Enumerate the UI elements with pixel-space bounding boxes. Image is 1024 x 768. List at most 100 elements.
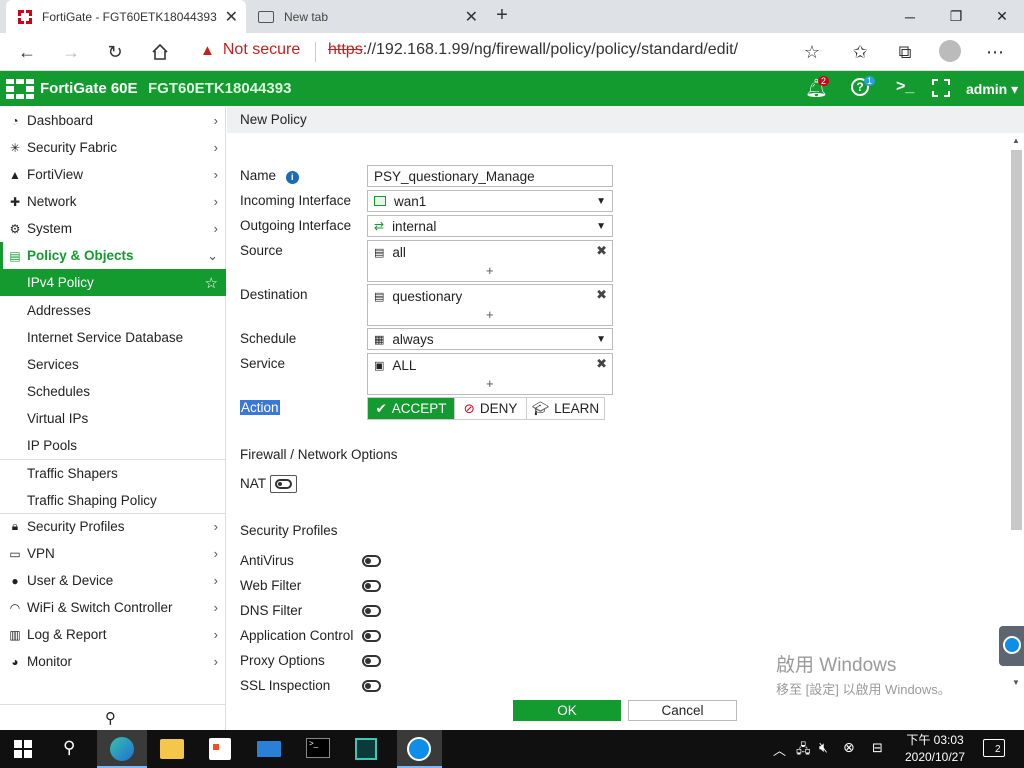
url-field[interactable]: https://192.168.1.99/ng/firewall/policy/… — [328, 41, 738, 59]
sidebar-item-fortiview[interactable]: ▲ FortiView › — [0, 161, 226, 188]
source-field[interactable]: ▤ all ✖ + — [367, 240, 613, 282]
favorite-star-icon[interactable]: ☆ — [797, 37, 827, 67]
volume-muted-icon[interactable]: 🔇︎ — [819, 739, 828, 756]
sidebar-item-addresses[interactable]: Addresses — [0, 297, 226, 324]
admin-menu[interactable]: admin ▾ — [966, 81, 1018, 98]
graduation-cap-icon: 🎓︎ — [531, 400, 550, 416]
remove-icon[interactable]: ✖ — [596, 287, 607, 303]
sidebar-item-user-device[interactable]: ● User & Device › — [0, 567, 226, 594]
info-icon[interactable]: i — [285, 171, 299, 184]
schedule-select[interactable]: ▦ always ▼ — [367, 328, 613, 350]
refresh-button[interactable]: ↻ — [100, 37, 130, 67]
sidebar-item-ipv4-policy[interactable]: IPv4 Policy ☆ — [0, 269, 226, 296]
outgoing-interface-select[interactable]: ⇄ internal ▼ — [367, 215, 613, 237]
tray-chevron-icon[interactable]: ︿ — [773, 740, 786, 759]
sidebar-item-vpn[interactable]: ▭ VPN › — [0, 540, 226, 567]
ime-tray-icon[interactable]: ⊟ — [872, 740, 883, 756]
remove-icon[interactable]: ✖ — [596, 243, 607, 259]
application-control-toggle[interactable] — [362, 630, 381, 642]
profile-avatar[interactable] — [939, 40, 961, 62]
home-button[interactable] — [145, 37, 175, 67]
maximize-button[interactable]: ❐ — [933, 0, 979, 33]
destination-field[interactable]: ▤ questionary ✖ + — [367, 284, 613, 326]
favorites-icon[interactable]: ✩ — [845, 37, 875, 67]
address-bar: ← → ↻ ▲ Not secure https://192.168.1.99/… — [0, 33, 1024, 71]
putty-app[interactable] — [355, 738, 377, 760]
sidebar-item-ip-pools[interactable]: IP Pools — [0, 432, 226, 459]
collections-icon[interactable]: ⧉ — [890, 37, 920, 67]
sidebar-item-system[interactable]: ⚙ System › — [0, 215, 226, 242]
learn-button[interactable]: 🎓︎ LEARN — [526, 398, 604, 419]
file-explorer-app[interactable] — [160, 739, 184, 759]
network-tray-icon[interactable]: 🖧︎ — [796, 740, 811, 762]
sidebar-item-services[interactable]: Services — [0, 351, 226, 378]
name-input[interactable]: PSY_questionary_Manage — [367, 165, 613, 187]
store-app[interactable] — [209, 738, 231, 760]
sidebar-item-label: Monitor — [27, 654, 73, 669]
main-content: New Policy Name i PSY_questionary_Manage… — [227, 106, 1024, 730]
teamviewer-app[interactable] — [397, 730, 442, 768]
notification-center-button[interactable]: 2 — [983, 739, 1005, 757]
remove-icon[interactable]: ✖ — [596, 356, 607, 372]
sidebar-item-isdb[interactable]: Internet Service Database — [0, 324, 226, 351]
incoming-interface-select[interactable]: wan1 ▼ — [367, 190, 613, 212]
alerts-button[interactable]: 🔔︎ 2 — [805, 76, 835, 100]
scroll-down-icon[interactable]: ▼ — [1012, 678, 1020, 687]
close-circle-tray-icon[interactable]: ⊗ — [843, 739, 855, 756]
antivirus-toggle[interactable] — [362, 555, 381, 567]
dns-filter-toggle[interactable] — [362, 605, 381, 617]
scrollbar[interactable]: ▲ ▼ — [1009, 136, 1024, 696]
close-window-button[interactable]: ✕ — [979, 0, 1024, 33]
destination-label: Destination — [240, 287, 308, 302]
accept-button[interactable]: ✔ ACCEPT — [368, 398, 454, 419]
sidebar-item-dashboard[interactable]: ◔ Dashboard › — [0, 107, 226, 134]
terminal-app[interactable]: >_ — [306, 738, 330, 758]
sidebar-item-policy-objects[interactable]: ▤ Policy & Objects ⌄ — [0, 242, 226, 269]
sidebar-item-log-report[interactable]: ▥ Log & Report › — [0, 621, 226, 648]
help-button[interactable]: ? 1 — [851, 76, 883, 100]
close-tab-icon[interactable]: ✕ — [225, 7, 238, 27]
security-indicator[interactable]: ▲ Not secure — [200, 41, 300, 59]
proxy-options-toggle[interactable] — [362, 655, 381, 667]
sidebar-item-monitor[interactable]: ◕ Monitor › — [0, 648, 226, 675]
sidebar-item-schedules[interactable]: Schedules — [0, 378, 226, 405]
sidebar-item-wifi-switch[interactable]: ◠ WiFi & Switch Controller › — [0, 594, 226, 621]
scrollbar-thumb[interactable] — [1011, 150, 1022, 530]
clock[interactable]: 下午 03:03 2020/10/27 — [897, 732, 973, 766]
ok-button[interactable]: OK — [513, 700, 621, 721]
add-icon[interactable]: + — [486, 263, 494, 278]
edge-app[interactable] — [97, 730, 147, 768]
teamviewer-side-tab[interactable] — [999, 626, 1024, 666]
sidebar-item-security-fabric[interactable]: ✳ Security Fabric › — [0, 134, 226, 161]
scroll-up-icon[interactable]: ▲ — [1012, 136, 1020, 145]
web-filter-toggle[interactable] — [362, 580, 381, 592]
cli-console-icon[interactable]: >_ — [896, 78, 914, 96]
ssl-inspection-toggle[interactable] — [362, 680, 381, 692]
close-tab-icon[interactable]: ✕ — [465, 7, 478, 27]
search-icon[interactable]: ⚲ — [105, 709, 116, 727]
minimize-button[interactable]: ─ — [887, 0, 933, 33]
sidebar-item-traffic-shaping-policy[interactable]: Traffic Shaping Policy — [0, 487, 226, 514]
tab-fortigate[interactable]: FortiGate - FGT60ETK18044393 ✕ — [6, 0, 246, 33]
start-button[interactable] — [14, 740, 32, 758]
new-tab-button[interactable]: + — [490, 4, 514, 28]
mail-app[interactable] — [257, 741, 281, 757]
favorite-star-icon[interactable]: ☆ — [205, 274, 218, 292]
sidebar-item-network[interactable]: ✚ Network › — [0, 188, 226, 215]
sidebar-item-virtual-ips[interactable]: Virtual IPs — [0, 405, 226, 432]
deny-button[interactable]: ⊘ DENY — [454, 398, 526, 419]
sidebar-item-traffic-shapers[interactable]: Traffic Shapers — [0, 460, 226, 487]
back-button[interactable]: ← — [12, 37, 42, 67]
nat-toggle[interactable] — [270, 475, 297, 493]
forward-button[interactable]: → — [56, 37, 86, 67]
search-icon[interactable]: ⚲ — [63, 738, 75, 758]
add-icon[interactable]: + — [486, 376, 494, 391]
fabric-icon: ✳ — [9, 140, 21, 155]
add-icon[interactable]: + — [486, 307, 494, 322]
more-menu-icon[interactable]: ⋯ — [980, 37, 1010, 67]
cancel-button[interactable]: Cancel — [628, 700, 737, 721]
service-field[interactable]: ▣ ALL ✖ + — [367, 353, 613, 395]
sidebar-item-security-profiles[interactable]: 🔒︎ Security Profiles › — [0, 513, 226, 540]
fullscreen-icon[interactable] — [932, 79, 950, 97]
tab-new-tab[interactable]: New tab ✕ — [250, 0, 486, 33]
